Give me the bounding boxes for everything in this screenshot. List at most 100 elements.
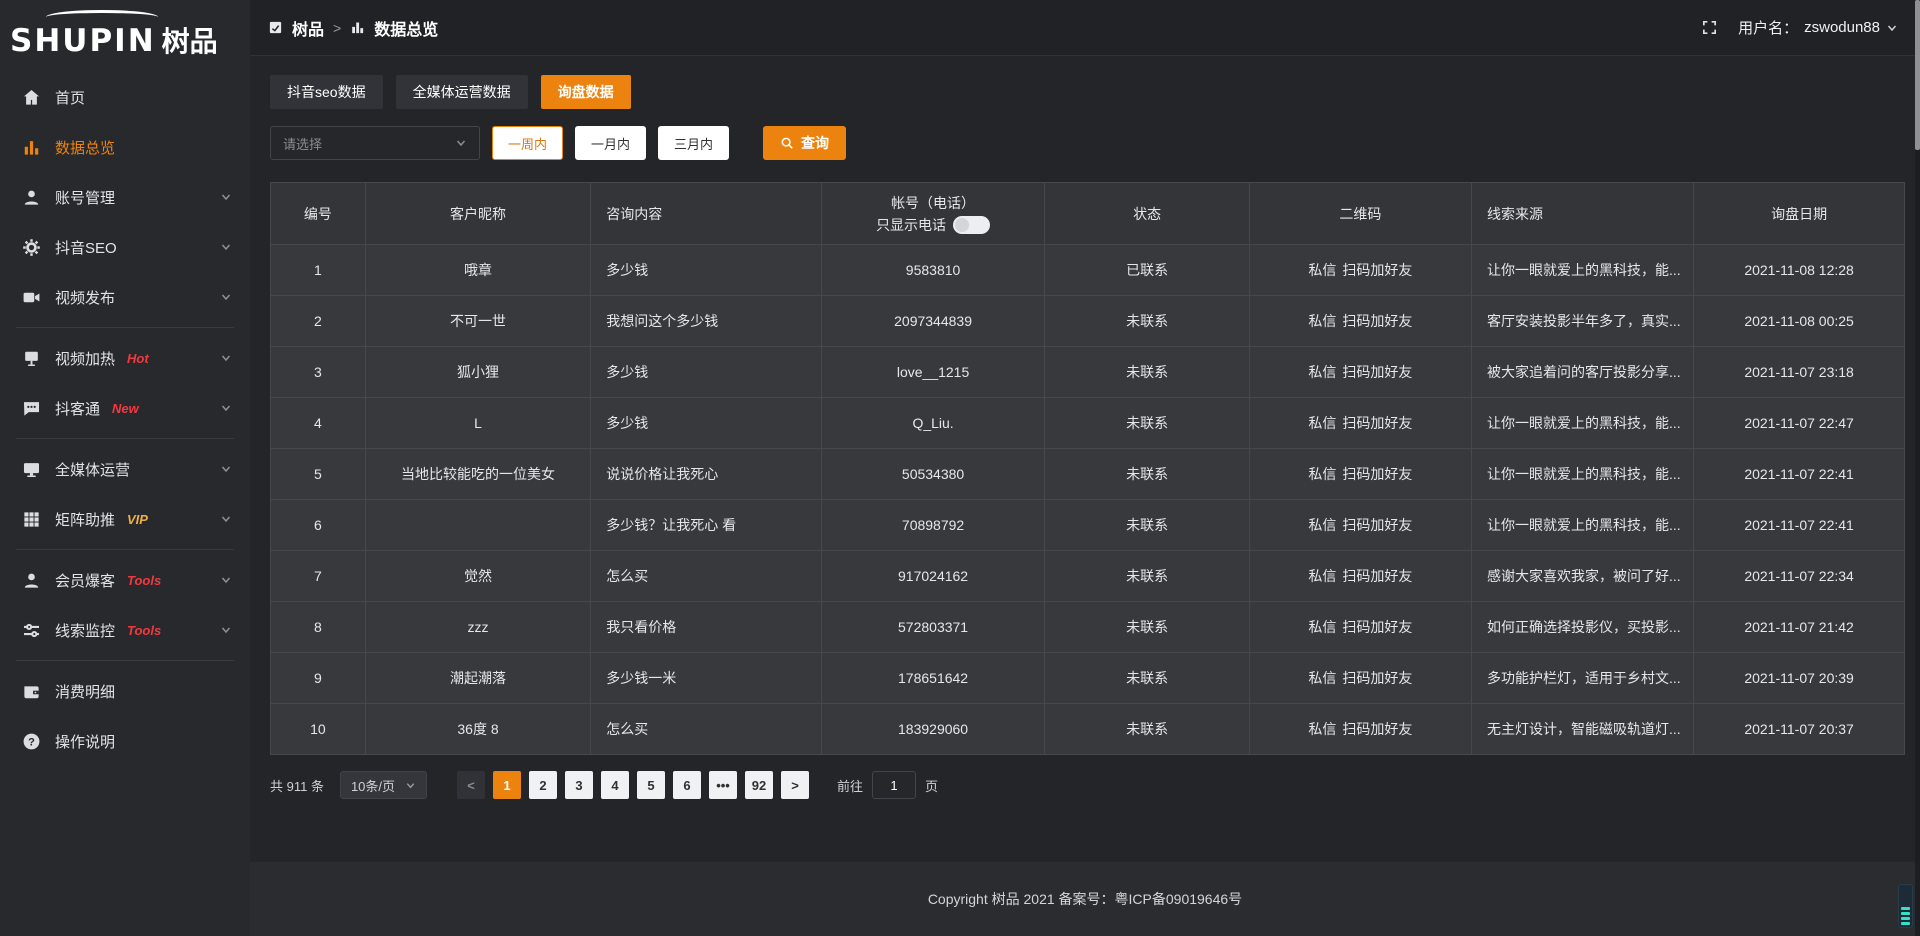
breadcrumb-root[interactable]: 树品: [292, 16, 324, 40]
cell-account: Q_Liu.: [821, 398, 1045, 449]
tab-inquiry-data[interactable]: 询盘数据: [541, 75, 631, 109]
sidebar-item-omni-media[interactable]: 全媒体运营: [0, 444, 250, 494]
search-icon: [780, 136, 794, 150]
cell-source[interactable]: 让你一眼就爱上的黑科技，能...: [1471, 449, 1693, 500]
more-pages-button[interactable]: •••: [709, 771, 737, 799]
dm-link[interactable]: 私信: [1308, 721, 1336, 737]
dm-link[interactable]: 私信: [1308, 262, 1336, 278]
cell-account: 70898792: [821, 500, 1045, 551]
dm-link[interactable]: 私信: [1308, 466, 1336, 482]
page-button-4[interactable]: 4: [601, 771, 629, 799]
menu-divider: [16, 549, 234, 550]
sidebar-item-label: 会员爆客: [55, 570, 115, 591]
scan-add-friend-link[interactable]: 扫码加好友: [1342, 262, 1412, 278]
table-row: 10 36度 8 怎么买 183929060 未联系 私信扫码加好友 无主灯设计…: [271, 704, 1905, 755]
topbar: 树品 > 数据总览 用户名： zswodun88: [250, 0, 1920, 56]
page-button-3[interactable]: 3: [565, 771, 593, 799]
cell-nickname: 不可一世: [365, 296, 590, 347]
hot-badge: Hot: [127, 351, 149, 366]
scan-add-friend-link[interactable]: 扫码加好友: [1342, 466, 1412, 482]
scan-add-friend-link[interactable]: 扫码加好友: [1342, 415, 1412, 431]
page-button-1[interactable]: 1: [493, 771, 521, 799]
cell-no: 8: [271, 602, 366, 653]
sidebar-item-spend-detail[interactable]: 消费明细: [0, 666, 250, 716]
floating-widget[interactable]: [1898, 884, 1913, 928]
sidebar-item-help[interactable]: ? 操作说明: [0, 716, 250, 766]
page-button-92[interactable]: 92: [745, 771, 773, 799]
page-button-5[interactable]: 5: [637, 771, 665, 799]
sidebar-item-video-publish[interactable]: 视频发布: [0, 272, 250, 322]
search-button[interactable]: 查询: [763, 126, 846, 160]
prev-page-button[interactable]: <: [457, 771, 485, 799]
status-badge: 未联系: [1045, 347, 1249, 398]
tab-omni-media-data[interactable]: 全媒体运营数据: [396, 75, 528, 109]
dm-link[interactable]: 私信: [1308, 670, 1336, 686]
vip-badge: VIP: [127, 512, 148, 527]
range-button-month[interactable]: 一月内: [575, 126, 646, 160]
menu-divider: [16, 660, 234, 661]
new-badge: New: [112, 401, 139, 416]
cell-source[interactable]: 让你一眼就爱上的黑科技，能...: [1471, 500, 1693, 551]
dm-link[interactable]: 私信: [1308, 619, 1336, 635]
sidebar-item-member-burst[interactable]: 会员爆客 Tools: [0, 555, 250, 605]
scan-add-friend-link[interactable]: 扫码加好友: [1342, 721, 1412, 737]
cell-source[interactable]: 多功能护栏灯，适用于乡村文...: [1471, 653, 1693, 704]
scrollbar-thumb[interactable]: [1915, 0, 1920, 150]
scan-add-friend-link[interactable]: 扫码加好友: [1342, 313, 1412, 329]
page-button-6[interactable]: 6: [673, 771, 701, 799]
fullscreen-icon[interactable]: [1701, 19, 1718, 36]
scan-add-friend-link[interactable]: 扫码加好友: [1342, 364, 1412, 380]
cell-date: 2021-11-07 22:41: [1694, 449, 1905, 500]
gear-icon: [22, 238, 41, 257]
scan-add-friend-link[interactable]: 扫码加好友: [1342, 517, 1412, 533]
cell-source[interactable]: 无主灯设计，智能磁吸轨道灯...: [1471, 704, 1693, 755]
topbar-right: 用户名： zswodun88: [1701, 17, 1898, 38]
sidebar-item-data-overview[interactable]: 数据总览: [0, 122, 250, 172]
cell-source[interactable]: 感谢大家喜欢我家，被问了好...: [1471, 551, 1693, 602]
sidebar-item-video-heat[interactable]: 视频加热 Hot: [0, 333, 250, 383]
chevron-down-icon: [220, 291, 232, 303]
page-scrollbar[interactable]: [1915, 0, 1920, 936]
sidebar-item-matrix-boost[interactable]: 矩阵助推 VIP: [0, 494, 250, 544]
dm-link[interactable]: 私信: [1308, 415, 1336, 431]
account-header-line1: 帐号（电话）: [832, 192, 1035, 216]
header-no: 编号: [271, 183, 366, 245]
cell-source[interactable]: 让你一眼就爱上的黑科技，能...: [1471, 245, 1693, 296]
sidebar-item-douketong[interactable]: 抖客通 New: [0, 383, 250, 433]
chevron-down-icon: [220, 191, 232, 203]
page-size-select[interactable]: 10条/页: [340, 771, 427, 799]
logo-text-en: SHUPIN: [10, 23, 156, 59]
breadcrumb-current: 数据总览: [374, 16, 438, 40]
range-button-quarter[interactable]: 三月内: [658, 126, 729, 160]
dm-link[interactable]: 私信: [1308, 313, 1336, 329]
sidebar-item-lead-monitor[interactable]: 线索监控 Tools: [0, 605, 250, 655]
page-button-2[interactable]: 2: [529, 771, 557, 799]
tab-douyin-seo-data[interactable]: 抖音seo数据: [270, 75, 383, 109]
cell-nickname: 觉然: [365, 551, 590, 602]
table-row: 1 哦章 多少钱 9583810 已联系 私信扫码加好友 让你一眼就爱上的黑科技…: [271, 245, 1905, 296]
dm-link[interactable]: 私信: [1308, 517, 1336, 533]
next-page-button[interactable]: >: [781, 771, 809, 799]
scan-add-friend-link[interactable]: 扫码加好友: [1342, 619, 1412, 635]
cell-source[interactable]: 让你一眼就爱上的黑科技，能...: [1471, 398, 1693, 449]
cell-source[interactable]: 如何正确选择投影仪，买投影...: [1471, 602, 1693, 653]
cell-content: 说说价格让我死心: [591, 449, 821, 500]
sidebar-item-label: 操作说明: [55, 731, 115, 752]
status-badge: 未联系: [1045, 704, 1249, 755]
filter-select[interactable]: 请选择: [270, 126, 480, 160]
scan-add-friend-link[interactable]: 扫码加好友: [1342, 568, 1412, 584]
cell-source[interactable]: 被大家追着问的客厅投影分享...: [1471, 347, 1693, 398]
goto-page-input[interactable]: [872, 771, 916, 799]
sidebar-item-account-mgmt[interactable]: 账号管理: [0, 172, 250, 222]
phone-only-toggle[interactable]: [953, 216, 990, 234]
brand-logo: SHUPIN树品: [0, 6, 250, 64]
username-label: 用户名：: [1738, 17, 1798, 38]
sidebar-item-douyin-seo[interactable]: 抖音SEO: [0, 222, 250, 272]
sidebar-item-home[interactable]: 首页: [0, 72, 250, 122]
scan-add-friend-link[interactable]: 扫码加好友: [1342, 670, 1412, 686]
dm-link[interactable]: 私信: [1308, 568, 1336, 584]
range-button-week[interactable]: 一周内: [492, 126, 563, 160]
user-menu[interactable]: 用户名： zswodun88: [1738, 17, 1898, 38]
dm-link[interactable]: 私信: [1308, 364, 1336, 380]
cell-source[interactable]: 客厅安装投影半年多了，真实...: [1471, 296, 1693, 347]
